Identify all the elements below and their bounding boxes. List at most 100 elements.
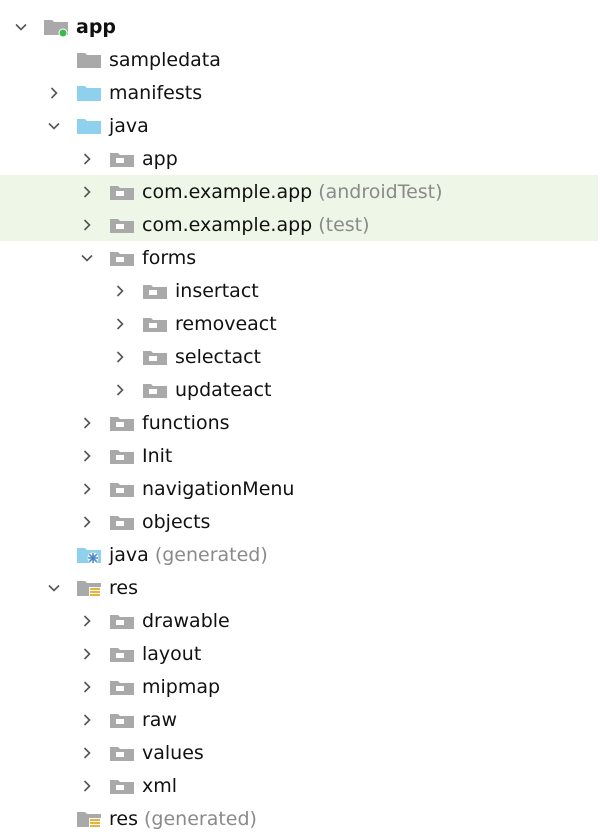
tree-item-label: removeact [175, 312, 277, 335]
tree-item-suffix: (generated) [143, 807, 257, 830]
chevron-right-icon[interactable] [80, 680, 94, 694]
chevron-right-icon[interactable] [113, 350, 127, 364]
generated-source-folder-icon [75, 545, 103, 565]
tree-item-label: com.example.app [142, 180, 313, 203]
tree-item-label: xml [142, 774, 178, 797]
package-icon [108, 677, 136, 697]
package-icon [108, 644, 136, 664]
package-icon [141, 347, 169, 367]
tree-item[interactable]: removeact [0, 307, 600, 340]
tree-item-label: values [142, 741, 204, 764]
package-icon [108, 182, 136, 202]
chevron-right-icon[interactable] [113, 284, 127, 298]
chevron-right-icon[interactable] [80, 152, 94, 166]
tree-item-label: res [109, 576, 138, 599]
tree-item[interactable]: selectact [0, 340, 600, 373]
tree-item[interactable]: mipmap [0, 670, 600, 703]
tree-item-suffix: (generated) [154, 543, 268, 566]
tree-item[interactable]: app [0, 142, 600, 175]
tree-item[interactable]: insertact [0, 274, 600, 307]
tree-item-label: java [109, 114, 149, 137]
tree-item[interactable]: values [0, 736, 600, 769]
tree-item-label: drawable [142, 609, 230, 632]
tree-item[interactable]: res [0, 571, 600, 604]
package-icon [108, 248, 136, 268]
package-icon [108, 512, 136, 532]
tree-item[interactable]: app [0, 10, 600, 43]
chevron-down-icon[interactable] [47, 119, 61, 133]
source-folder-icon [75, 116, 103, 136]
tree-item[interactable]: forms [0, 241, 600, 274]
tree-item-label: objects [142, 510, 211, 533]
tree-item[interactable]: updateact [0, 373, 600, 406]
chevron-right-icon[interactable] [80, 647, 94, 661]
tree-item-label: java [109, 543, 149, 566]
chevron-right-icon[interactable] [80, 746, 94, 760]
tree-item-label: layout [142, 642, 202, 665]
tree-item[interactable]: com.example.app (test) [0, 208, 598, 241]
chevron-right-icon[interactable] [47, 86, 61, 100]
chevron-right-icon[interactable] [80, 185, 94, 199]
chevron-right-icon[interactable] [80, 482, 94, 496]
chevron-right-icon[interactable] [113, 383, 127, 397]
package-icon [141, 380, 169, 400]
chevron-right-icon[interactable] [80, 713, 94, 727]
tree-item-label: res [109, 807, 138, 830]
tree-item[interactable]: xml [0, 769, 600, 802]
tree-item-label: navigationMenu [142, 477, 295, 500]
tree-item[interactable]: navigationMenu [0, 472, 600, 505]
tree-item-label: raw [142, 708, 177, 731]
tree-item-label: updateact [175, 378, 272, 401]
package-icon [108, 215, 136, 235]
tree-item-suffix: (androidTest) [318, 180, 443, 203]
tree-item-label: Init [142, 444, 173, 467]
tree-item-label: app [142, 147, 178, 170]
tree-item[interactable]: Init [0, 439, 600, 472]
chevron-right-icon[interactable] [80, 614, 94, 628]
chevron-right-icon[interactable] [80, 779, 94, 793]
package-icon [108, 479, 136, 499]
source-folder-icon [75, 83, 103, 103]
tree-item-label: app [76, 15, 117, 38]
tree-item[interactable]: java [0, 109, 600, 142]
chevron-right-icon[interactable] [80, 416, 94, 430]
tree-item-label: manifests [109, 81, 203, 104]
package-icon [108, 611, 136, 631]
chevron-right-icon[interactable] [80, 218, 94, 232]
tree-item-label: insertact [175, 279, 259, 302]
chevron-right-icon[interactable] [80, 515, 94, 529]
tree-item[interactable]: drawable [0, 604, 600, 637]
package-icon [108, 446, 136, 466]
package-icon [108, 149, 136, 169]
package-icon [141, 314, 169, 334]
chevron-down-icon[interactable] [14, 20, 28, 34]
chevron-down-icon[interactable] [47, 581, 61, 595]
tree-item-label: forms [142, 246, 197, 269]
tree-item[interactable]: layout [0, 637, 600, 670]
chevron-right-icon[interactable] [80, 449, 94, 463]
tree-item[interactable]: sampledata [0, 43, 600, 76]
folder-icon [75, 50, 103, 70]
tree-item[interactable]: raw [0, 703, 600, 736]
package-icon [108, 413, 136, 433]
package-icon [108, 710, 136, 730]
tree-item[interactable]: java (generated) [0, 538, 600, 571]
tree-item-suffix: (test) [318, 213, 370, 236]
tree-item[interactable]: com.example.app (androidTest) [0, 175, 598, 208]
tree-item-label: mipmap [142, 675, 221, 698]
resource-folder-icon [75, 578, 103, 598]
tree-item[interactable]: objects [0, 505, 600, 538]
tree-item[interactable]: functions [0, 406, 600, 439]
package-icon [141, 281, 169, 301]
project-tree: app sampledata manifests java app com.example… [0, 10, 600, 835]
tree-item-label: functions [142, 411, 230, 434]
module-folder-icon [42, 17, 70, 37]
package-icon [108, 743, 136, 763]
tree-item[interactable]: res (generated) [0, 802, 600, 835]
tree-item-label: com.example.app [142, 213, 313, 236]
chevron-right-icon[interactable] [113, 317, 127, 331]
package-icon [108, 776, 136, 796]
tree-item-label: selectact [175, 345, 261, 368]
tree-item[interactable]: manifests [0, 76, 600, 109]
chevron-down-icon[interactable] [80, 251, 94, 265]
